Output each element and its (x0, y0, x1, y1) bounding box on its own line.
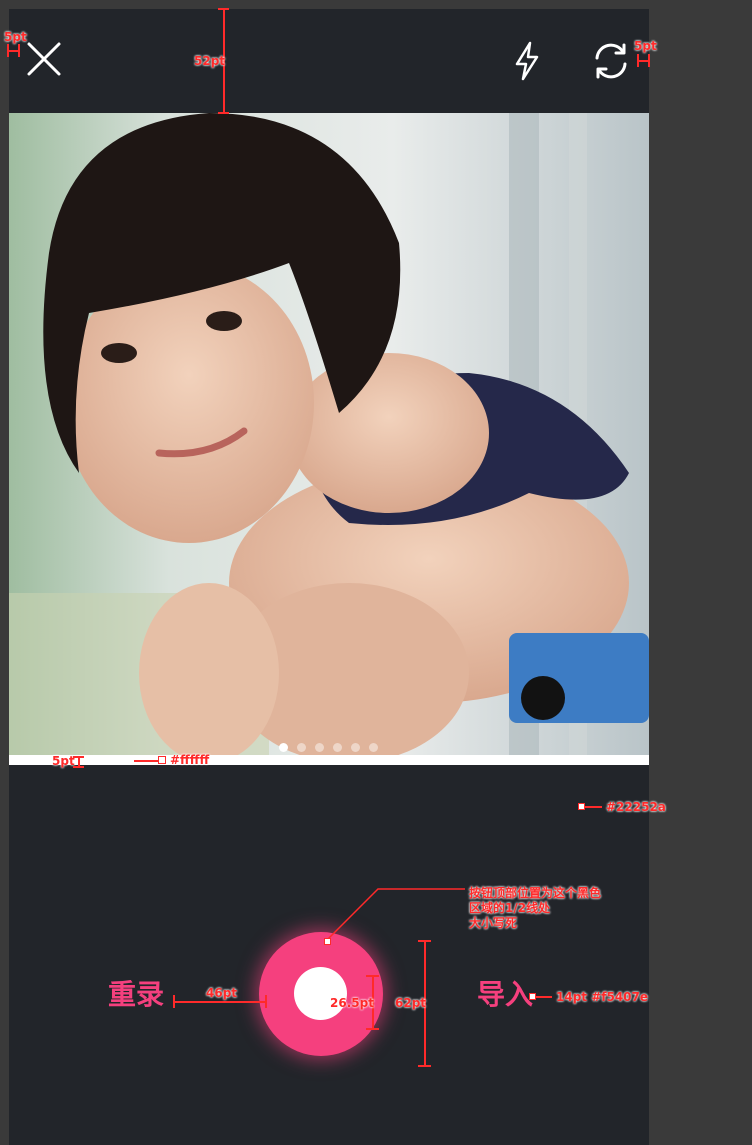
page-dot[interactable] (315, 743, 324, 752)
annotation-spacing: 46pt (206, 986, 238, 1000)
annotation-line (134, 760, 158, 762)
annotation-line (366, 975, 379, 977)
annotation-line (173, 995, 175, 1008)
annotation-line (648, 54, 650, 67)
annotation-strip-color: #ffffff (170, 753, 210, 767)
annotation-line (265, 995, 267, 1008)
top-bar (9, 9, 649, 113)
photo-preview[interactable] (9, 113, 649, 755)
page-dot[interactable] (297, 743, 306, 752)
photo-image (9, 113, 649, 755)
annotation-line (535, 996, 552, 998)
annotation-line (73, 766, 84, 768)
page-dot[interactable] (369, 743, 378, 752)
close-button[interactable] (24, 39, 64, 79)
annotation-line (7, 44, 9, 57)
annotation-note-line3: 大小写死 (469, 916, 518, 930)
annotation-marker (324, 938, 331, 945)
annotation-top-left-margin: 5pt (4, 30, 27, 44)
page-dot[interactable] (351, 743, 360, 752)
retake-button[interactable]: 重录 (108, 975, 164, 1015)
flash-icon (515, 41, 539, 81)
page-dot[interactable] (333, 743, 342, 752)
annotation-outer-size: 62pt (395, 996, 427, 1010)
import-button[interactable]: 导入 (477, 975, 533, 1015)
annotation-line (584, 806, 602, 808)
annotation-label-spec: 14pt #f5407e (556, 990, 649, 1004)
switch-camera-icon (595, 43, 627, 79)
page-indicator (9, 743, 649, 753)
record-button[interactable] (259, 932, 383, 1056)
annotation-line (218, 8, 229, 10)
annotation-strip-height: 5pt (52, 754, 75, 768)
annotation-line (366, 1028, 379, 1030)
flash-button[interactable] (509, 39, 545, 83)
record-button-center (294, 967, 347, 1020)
close-icon (27, 42, 61, 76)
annotation-line (174, 1001, 266, 1003)
annotation-line (418, 940, 431, 942)
annotation-line (418, 1065, 431, 1067)
annotation-leader (326, 888, 465, 941)
progress-strip (9, 755, 649, 765)
annotation-marker (158, 756, 166, 764)
annotation-line (218, 112, 229, 114)
annotation-line (18, 44, 20, 57)
annotation-topbar-height: 52pt (194, 54, 226, 68)
annotation-line (73, 756, 84, 758)
annotation-inner-size: 26.5pt (330, 996, 374, 1010)
page-dot[interactable] (279, 743, 288, 752)
annotation-line (637, 54, 639, 67)
annotation-top-right-margin: 5pt (634, 39, 657, 53)
annotation-bg-color: #22252a (606, 800, 666, 814)
switch-camera-button[interactable] (589, 39, 633, 83)
